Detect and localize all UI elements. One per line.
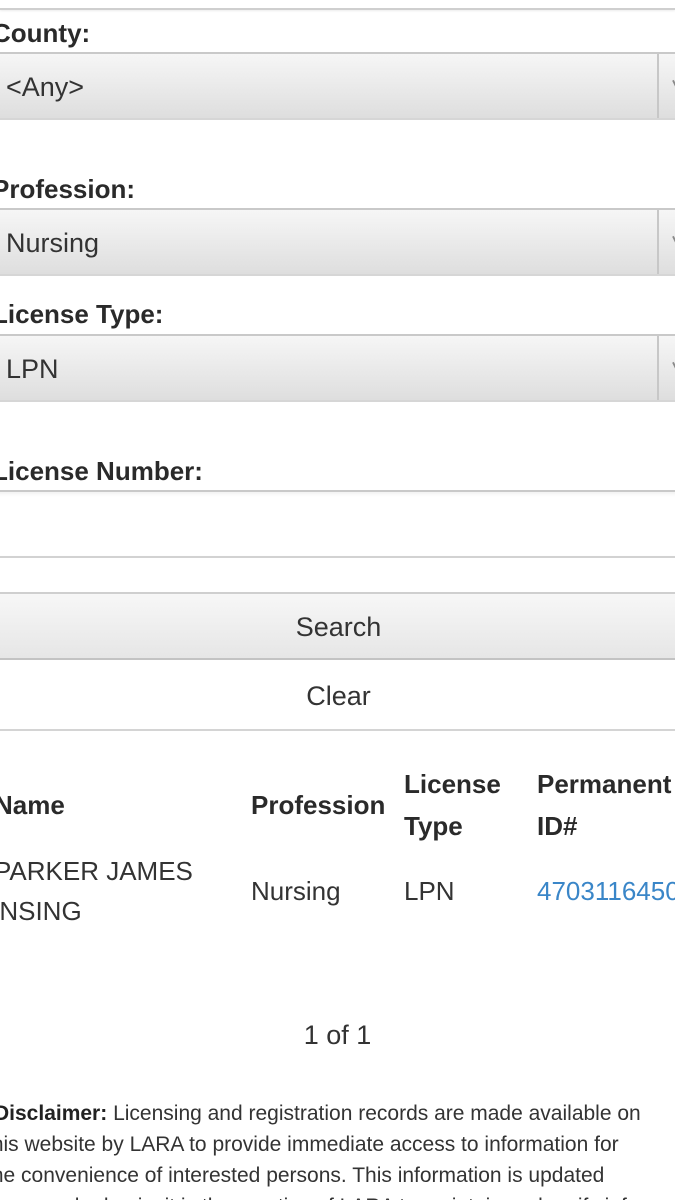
license-type-select[interactable]: LPN [0,334,675,402]
license-type-label: License Type: [0,299,164,329]
profession-select-value: Nursing [6,228,100,258]
clear-button[interactable]: Clear [0,663,675,731]
search-button[interactable]: Search [0,592,675,660]
select-divider [657,336,659,400]
license-type-select-value: LPN [6,354,59,384]
result-name-line2: ENSING [0,896,82,926]
disclaimer-line-3: the convenience of interested persons. T… [0,1164,605,1187]
disclaimer-label: Disclaimer: [0,1102,108,1125]
license-search-page: County: <Any> Profession: Nursing Licens… [0,0,675,1200]
profession-select[interactable]: Nursing [0,208,675,276]
previous-field-edge [0,0,675,10]
profession-label: Profession: [0,174,136,204]
license-number-input[interactable] [0,490,675,558]
disclaimer-text: Disclaimer: Licensing and registration r… [0,1098,675,1200]
result-license-type: LPN [404,876,455,906]
result-profession: Nursing [251,876,341,906]
result-permanent-id-link[interactable]: 4703116450 [537,871,675,911]
select-divider [657,210,659,274]
result-name-line1: PARKER JAMES [0,856,193,886]
county-label: County: [0,18,91,48]
chevron-down-icon [672,235,675,243]
county-select[interactable]: <Any> [0,52,675,120]
disclaimer-line-4: on a regular basis; it is the practice o… [0,1191,675,1200]
disclaimer-line-1-text: Licensing and registration records are m… [107,1102,641,1125]
column-header-license-type-line1[interactable]: License [404,763,501,805]
column-header-name[interactable]: Name [0,784,65,826]
column-header-license-type-line2[interactable]: Type [404,805,463,847]
license-number-label: License Number: [0,456,203,486]
disclaimer-line-1: Disclaimer: Licensing and registration r… [0,1098,675,1129]
column-header-permanent-id-line2[interactable]: ID# [537,805,577,847]
county-select-value: <Any> [6,72,85,102]
select-divider [657,54,659,118]
pagination-status: 1 of 1 [303,1020,372,1050]
column-header-permanent-id-line1[interactable]: Permanent [537,763,671,805]
disclaimer-line-2: this website by LARA to provide immediat… [0,1133,619,1156]
column-header-profession[interactable]: Profession [251,784,385,826]
chevron-down-icon [672,79,675,87]
chevron-down-icon [672,361,675,369]
